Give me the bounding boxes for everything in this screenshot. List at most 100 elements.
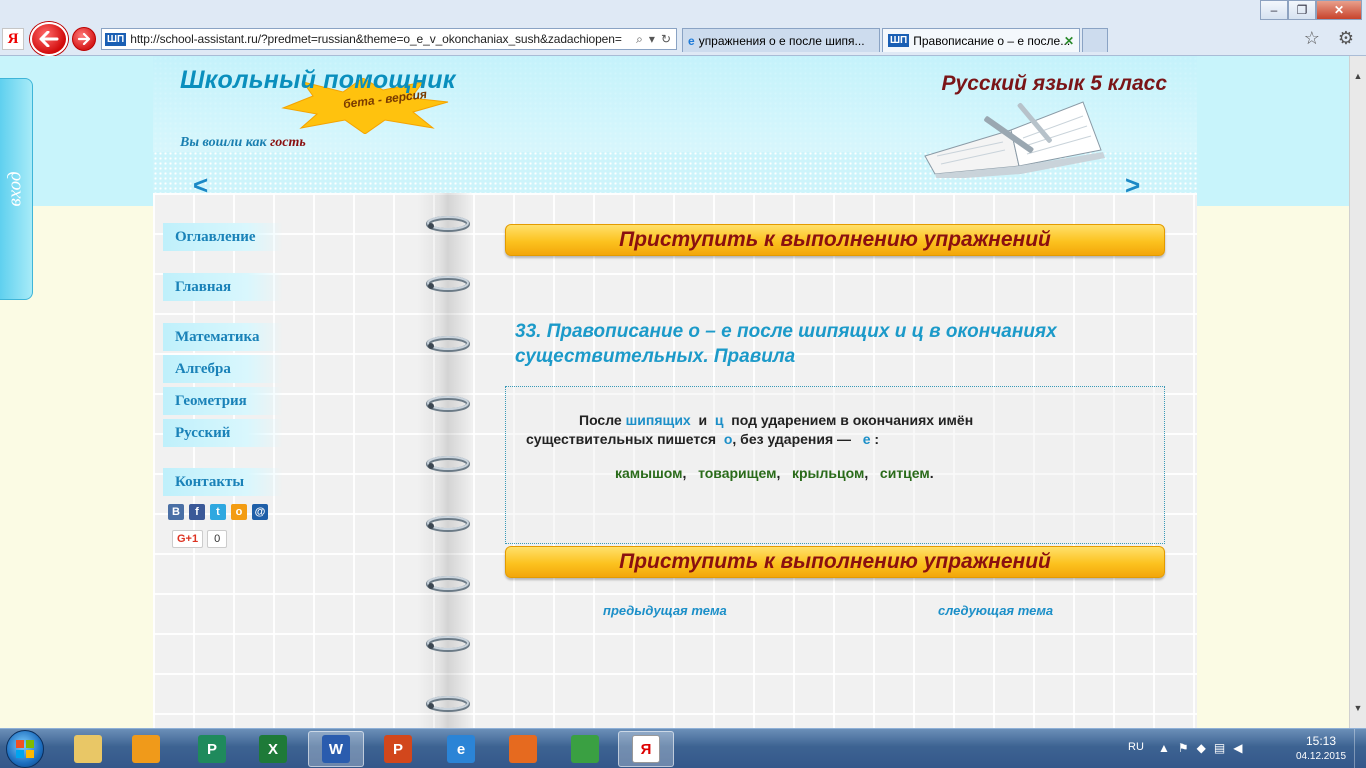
publisher-icon: P xyxy=(198,735,226,763)
login-side-tab[interactable]: вход xyxy=(0,78,33,300)
taskbar-button[interactable]: X xyxy=(245,731,301,767)
tab-exercises[interactable]: e упражнения о е после шипя... xyxy=(682,28,880,52)
spiral-ring xyxy=(426,336,470,352)
arrow-left-icon xyxy=(39,31,59,47)
taskbar-button[interactable]: P xyxy=(184,731,240,767)
minimize-button[interactable]: ‒ xyxy=(1260,0,1288,20)
twitter-icon[interactable]: t xyxy=(210,504,226,520)
scroll-up-icon[interactable]: ▲ xyxy=(1350,68,1366,84)
spiral-ring xyxy=(426,576,470,592)
example-word: крыльцом xyxy=(792,465,865,481)
start-exercises-button-bottom[interactable]: Приступить к выполнению упражнений xyxy=(505,546,1165,578)
sidebar-menu-3: Математика Алгебра Геометрия Русский xyxy=(163,323,283,447)
taskbar-button[interactable] xyxy=(495,731,551,767)
sidebar-item-math[interactable]: Математика xyxy=(163,323,283,351)
rule-highlight-word: е xyxy=(862,431,871,447)
site-favicon: ШП xyxy=(105,32,127,46)
explorer-icon xyxy=(74,735,102,763)
odnoklassniki-icon[interactable]: о xyxy=(231,504,247,520)
taskbar-button[interactable]: W xyxy=(308,731,364,767)
spiral-ring xyxy=(426,396,470,412)
maximize-button[interactable]: ❐ xyxy=(1288,0,1316,20)
settings-icon[interactable]: ⚙ xyxy=(1338,28,1354,49)
sidebar-menu-4: Контакты xyxy=(163,468,283,496)
mailru-icon[interactable]: @ xyxy=(252,504,268,520)
facebook-icon[interactable]: f xyxy=(189,504,205,520)
page: вход Школьный помощник бета - версия Вы … xyxy=(0,56,1366,728)
start-exercises-button[interactable]: Приступить к выполнению упражнений xyxy=(505,224,1165,256)
sidebar-item-geometry[interactable]: Геометрия xyxy=(163,387,283,415)
tray-arrow-icon[interactable]: ▲ xyxy=(1158,741,1170,755)
site-container: Школьный помощник бета - версия Вы вошли… xyxy=(153,56,1197,728)
volume-icon[interactable]: ◀ xyxy=(1233,741,1242,755)
sidebar-item-home[interactable]: Главная xyxy=(163,273,283,301)
taskbar-button[interactable] xyxy=(118,731,174,767)
sidebar-item-algebra[interactable]: Алгебра xyxy=(163,355,283,383)
open-book-illustration xyxy=(924,101,1105,178)
clock[interactable]: 15:13 04.12.2015 xyxy=(1296,734,1346,764)
star-icon[interactable]: ☆ xyxy=(1304,28,1320,49)
search-icon[interactable]: ⌕ xyxy=(636,32,643,47)
address-bar[interactable]: ШП http://school-assistant.ru/?predmet=r… xyxy=(101,28,677,50)
social-share: В f t о @ xyxy=(168,504,268,520)
examples-line: камышом, товарищем, крыльцом, ситцем. xyxy=(615,465,934,481)
sp-icon: ШП xyxy=(888,34,910,47)
login-status-user: гость xyxy=(270,135,306,150)
sidebar-item-russian[interactable]: Русский xyxy=(163,419,283,447)
notebook-body: Оглавление Главная Математика Алгебра Ге… xyxy=(153,193,1197,728)
rule-text-part: После xyxy=(579,412,622,428)
sidebar-item-contacts[interactable]: Контакты xyxy=(163,468,283,496)
tab-label: упражнения о е после шипя... xyxy=(698,33,865,48)
window-controls: ‒ ❐ ✕ xyxy=(1260,0,1362,20)
lesson-title: 33. Правописание о – е после шипящих и ц… xyxy=(515,321,1057,367)
taskbar-button[interactable] xyxy=(557,731,613,767)
page-scrollbar[interactable]: ▲ ▼ xyxy=(1349,56,1366,728)
rule-text-part: , без ударения — xyxy=(732,431,852,447)
taskbar-button[interactable]: P xyxy=(370,731,426,767)
word-icon: W xyxy=(322,735,350,763)
back-button[interactable] xyxy=(30,22,68,56)
prev-topic-link[interactable]: предыдущая тема xyxy=(603,603,727,618)
taskbar-button[interactable] xyxy=(60,731,116,767)
login-label: вход xyxy=(5,171,27,207)
address-url[interactable]: http://school-assistant.ru/?predmet=russ… xyxy=(130,32,636,46)
rule-text-part: существительных пишется xyxy=(526,431,717,447)
rule-highlight-word: шипящих xyxy=(625,412,691,428)
network-icon[interactable]: ▤ xyxy=(1214,741,1225,755)
scroll-down-icon[interactable]: ▼ xyxy=(1350,700,1366,716)
rule-box: После шипящих и ц под ударением в оконча… xyxy=(505,386,1165,544)
new-tab-button[interactable] xyxy=(1082,28,1108,52)
browser-chrome: ‒ ❐ ✕ Я ШП http://school-assistant.ru/?p… xyxy=(0,0,1366,56)
spiral-ring xyxy=(426,276,470,292)
language-indicator[interactable]: RU xyxy=(1128,741,1144,753)
gplus-button[interactable]: G+1 xyxy=(172,530,204,548)
taskbar-button[interactable]: Я xyxy=(618,731,674,767)
yandex-browser-icon: Я xyxy=(632,735,660,763)
sidebar-item-contents[interactable]: Оглавление xyxy=(163,223,283,251)
forward-button[interactable] xyxy=(72,27,96,51)
sidebar-menu-2: Главная xyxy=(163,273,283,301)
firefox-icon xyxy=(509,735,537,763)
close-window-button[interactable]: ✕ xyxy=(1316,0,1362,20)
subject-title: Русский язык 5 класс xyxy=(941,72,1167,95)
media-player-icon xyxy=(132,735,160,763)
vk-icon[interactable]: В xyxy=(168,504,184,520)
close-tab-icon[interactable]: ✕ xyxy=(1064,34,1074,48)
rule-text-part: : xyxy=(874,431,880,447)
start-button[interactable] xyxy=(6,730,44,768)
excel-icon: X xyxy=(259,735,287,763)
yandex-logo-icon[interactable]: Я xyxy=(2,28,24,50)
ie-icon: e xyxy=(447,735,475,763)
antivirus-icon[interactable]: ◆ xyxy=(1197,741,1206,755)
next-topic-link[interactable]: следующая тема xyxy=(938,603,1053,618)
tab-active-page[interactable]: ШП Правописание о – е после... ✕ xyxy=(882,28,1080,52)
dropdown-icon[interactable]: ▾ xyxy=(649,32,655,47)
windows-logo-icon xyxy=(16,740,34,758)
rule-text-part: и xyxy=(698,412,708,428)
taskbar-button[interactable]: e xyxy=(433,731,489,767)
rule-text-part: под ударением в окончаниях имён xyxy=(731,412,974,428)
refresh-icon[interactable]: ↻ xyxy=(661,32,671,47)
rule-text: После шипящих и ц под ударением в оконча… xyxy=(526,411,1146,449)
flag-icon[interactable]: ⚑ xyxy=(1178,741,1189,755)
show-desktop-button[interactable] xyxy=(1354,729,1366,768)
